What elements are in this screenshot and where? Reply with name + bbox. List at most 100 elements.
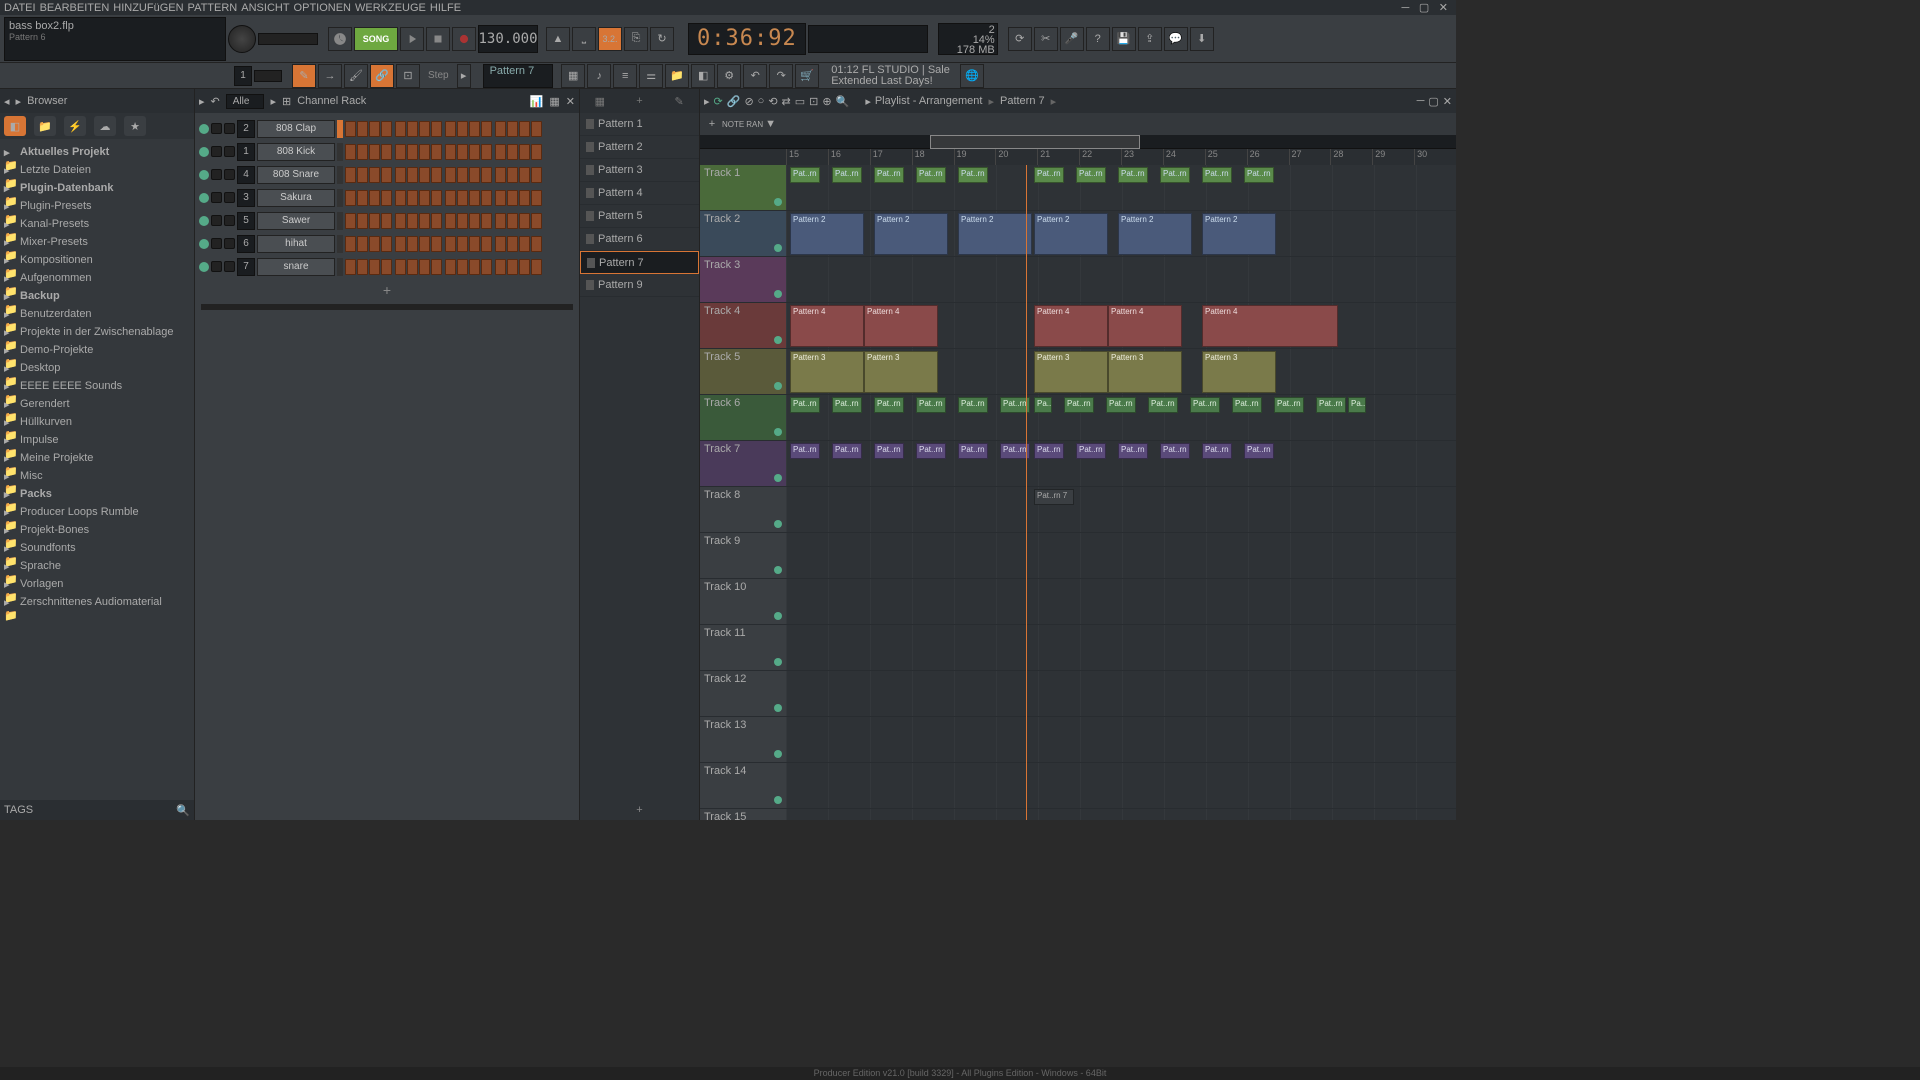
main-pitch-slider[interactable]	[258, 33, 318, 45]
clip[interactable]: Pat..rn 1	[958, 167, 988, 183]
step-cell[interactable]	[519, 167, 530, 183]
step-cell[interactable]	[507, 236, 518, 252]
channel-solo[interactable]	[224, 169, 235, 180]
tree-item-20[interactable]: ▸📁Producer Loops Rumble	[0, 503, 194, 521]
step-cell[interactable]	[407, 121, 418, 137]
step-cell[interactable]	[407, 236, 418, 252]
clip[interactable]: Pat..rn 6	[790, 443, 820, 459]
pl-b-icon[interactable]: ⟲	[768, 95, 777, 108]
step-cell[interactable]	[345, 144, 356, 160]
pl-min-icon[interactable]: ─	[1417, 95, 1425, 107]
playlist-ruler[interactable]: 15161718192021222324252627282930	[700, 149, 1456, 165]
track-header-9[interactable]: Track 10	[700, 579, 786, 625]
clip[interactable]: Pattern 2	[958, 213, 1032, 255]
step-cell[interactable]	[357, 167, 368, 183]
track-enable-led[interactable]	[774, 474, 782, 482]
tree-item-15[interactable]: ▸📁Hüllkurven	[0, 413, 194, 431]
step-cell[interactable]	[495, 167, 506, 183]
step-cell[interactable]	[481, 144, 492, 160]
clip[interactable]: Pattern 3	[1034, 351, 1108, 393]
stamp-tool-icon[interactable]: ⊡	[396, 64, 420, 88]
pl-f-icon[interactable]: ⊕	[822, 95, 831, 108]
step-cell[interactable]	[369, 190, 380, 206]
clip[interactable]: Pat..rn 1	[1034, 167, 1064, 183]
step-cell[interactable]	[507, 121, 518, 137]
step-cell[interactable]	[481, 121, 492, 137]
cr-menu-icon[interactable]: ⊞	[282, 95, 291, 108]
channel-solo[interactable]	[224, 215, 235, 226]
step-cell[interactable]	[457, 144, 468, 160]
patpick-edit-icon[interactable]: ✎	[671, 93, 687, 109]
ruler-bar[interactable]: 24	[1163, 149, 1205, 165]
tree-item-4[interactable]: ▸📁Kanal-Presets	[0, 215, 194, 233]
progress-icon[interactable]	[328, 27, 352, 51]
step-cell[interactable]	[519, 144, 530, 160]
browser-tab-all[interactable]: ◧	[4, 116, 26, 136]
track-header-5[interactable]: Track 6	[700, 395, 786, 441]
pat-song-toggle[interactable]: SONG	[354, 27, 398, 51]
menu-pattern[interactable]: PATTERN	[188, 2, 238, 14]
channel-led[interactable]	[199, 239, 209, 249]
step-cell[interactable]	[369, 121, 380, 137]
pl-zoom-icon[interactable]: 🔍	[836, 95, 850, 108]
playhead[interactable]	[1026, 165, 1027, 820]
track-lane-12[interactable]	[786, 717, 1456, 763]
countdown-icon[interactable]: 3.2.	[598, 27, 622, 51]
step-cell[interactable]	[481, 190, 492, 206]
channel-num[interactable]: 6	[237, 235, 255, 253]
menu-hinzufuegen[interactable]: HINZUFüGEN	[113, 2, 183, 14]
pl-d-icon[interactable]: ▭	[795, 95, 805, 108]
channel-name[interactable]: 808 Snare	[257, 166, 335, 184]
clip[interactable]: Pat..rn 1	[1244, 167, 1274, 183]
step-cell[interactable]	[481, 213, 492, 229]
wait-input-icon[interactable]: ⎵	[572, 27, 596, 51]
tree-item-8[interactable]: ▸📁Backup	[0, 287, 194, 305]
channel-led[interactable]	[199, 170, 209, 180]
clip[interactable]: Pat..rn 5	[1232, 397, 1262, 413]
swing-num[interactable]: 1	[234, 66, 252, 86]
view-piano-icon[interactable]: ♪	[587, 64, 611, 88]
channel-name[interactable]: 808 Clap	[257, 120, 335, 138]
browser-tab-files[interactable]: 📁	[34, 116, 56, 136]
browser-tab-cloud[interactable]: ☁	[94, 116, 116, 136]
step-cell[interactable]	[531, 121, 542, 137]
pl-sync-icon[interactable]: ⟳	[714, 95, 723, 108]
step-cell[interactable]	[395, 236, 406, 252]
clip[interactable]: Pattern 4	[790, 305, 864, 347]
step-cell[interactable]	[457, 236, 468, 252]
pl-media-icon[interactable]: ▸	[865, 95, 871, 108]
channel-mute[interactable]	[211, 238, 222, 249]
step-cell[interactable]	[469, 121, 480, 137]
tree-item-21[interactable]: ▸📁Projekt-Bones	[0, 521, 194, 539]
track-header-6[interactable]: Track 7	[700, 441, 786, 487]
browser-fwd-icon[interactable]: ▸	[16, 95, 22, 108]
clip[interactable]: Pat..rn 6	[958, 443, 988, 459]
cr-grid-icon[interactable]: ▦	[549, 95, 559, 108]
pl-note-label[interactable]: NOTE	[722, 120, 744, 129]
step-cell[interactable]	[507, 259, 518, 275]
step-cell[interactable]	[445, 213, 456, 229]
track-enable-led[interactable]	[774, 566, 782, 574]
tempo-display[interactable]: 130.000	[478, 25, 538, 53]
tree-item-17[interactable]: ▸📁Meine Projekte	[0, 449, 194, 467]
pattern-item-6[interactable]: Pattern 7	[580, 251, 699, 274]
step-cell[interactable]	[531, 236, 542, 252]
channel-select[interactable]	[337, 212, 343, 230]
clip[interactable]: Pat..rn 5	[1316, 397, 1346, 413]
window-minimize-icon[interactable]: ─	[1401, 2, 1409, 14]
step-cell[interactable]	[431, 190, 442, 206]
channel-led[interactable]	[199, 147, 209, 157]
step-cell[interactable]	[407, 190, 418, 206]
tree-item-23[interactable]: ▸📁Sprache	[0, 557, 194, 575]
clip[interactable]: Pattern 3	[1108, 351, 1182, 393]
pl-lock-icon[interactable]: ⊘	[744, 95, 753, 108]
step-cell[interactable]	[495, 236, 506, 252]
step-cell[interactable]	[481, 259, 492, 275]
step-cell[interactable]	[519, 213, 530, 229]
ruler-bar[interactable]: 28	[1330, 149, 1372, 165]
ruler-bar[interactable]: 20	[995, 149, 1037, 165]
step-cell[interactable]	[357, 213, 368, 229]
step-cell[interactable]	[507, 190, 518, 206]
pl-max-icon[interactable]: ▢	[1428, 95, 1438, 108]
view-plugin-icon[interactable]: ◧	[691, 64, 715, 88]
